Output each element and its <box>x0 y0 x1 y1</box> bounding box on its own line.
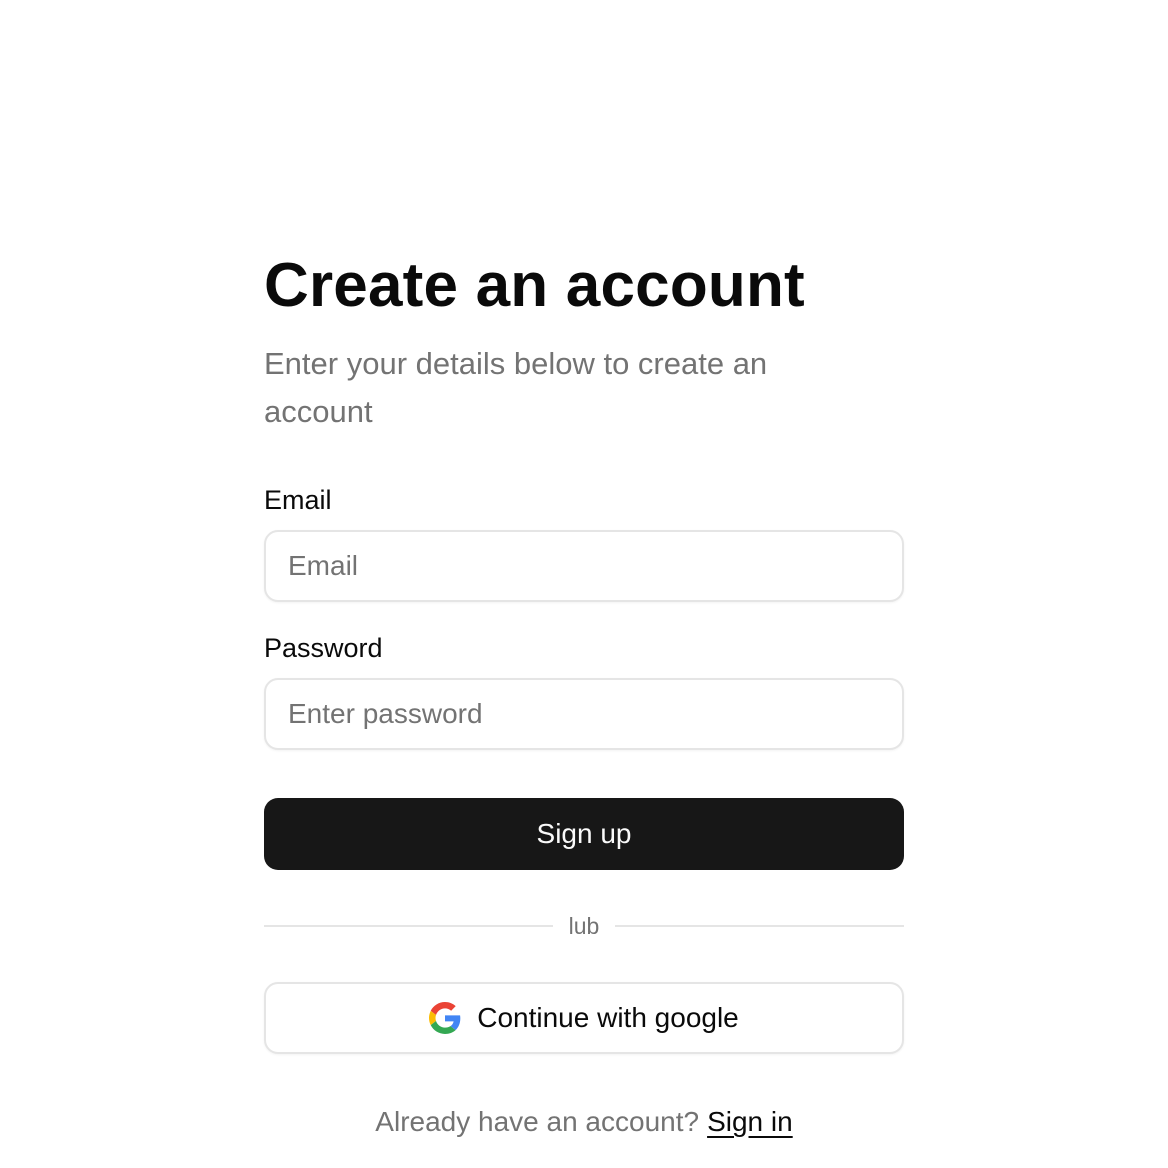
sign-up-button[interactable]: Sign up <box>264 798 904 870</box>
google-icon <box>429 1002 461 1034</box>
or-divider: lub <box>264 906 905 946</box>
page-subtitle: Enter your details below to create an ac… <box>264 346 768 429</box>
email-label: Email <box>264 485 332 515</box>
signin-prompt-text: Already have an account? <box>375 1106 700 1137</box>
divider-line-left <box>264 925 553 927</box>
email-input[interactable] <box>264 530 904 602</box>
google-button-label: Continue with google <box>477 1002 739 1033</box>
signup-page: Create an account Enter your details bel… <box>0 0 1168 1168</box>
signup-card: Create an account Enter your details bel… <box>264 250 905 1140</box>
sign-in-link[interactable]: Sign in <box>707 1106 793 1137</box>
password-label: Password <box>264 633 383 663</box>
divider-text: lub <box>568 912 600 939</box>
divider-line-right <box>615 925 905 927</box>
continue-with-google-button[interactable]: Continue with google <box>264 982 904 1054</box>
password-input[interactable] <box>264 678 904 750</box>
page-title: Create an account <box>264 251 805 320</box>
signin-prompt: Already have an account? Sign in <box>264 1104 904 1140</box>
